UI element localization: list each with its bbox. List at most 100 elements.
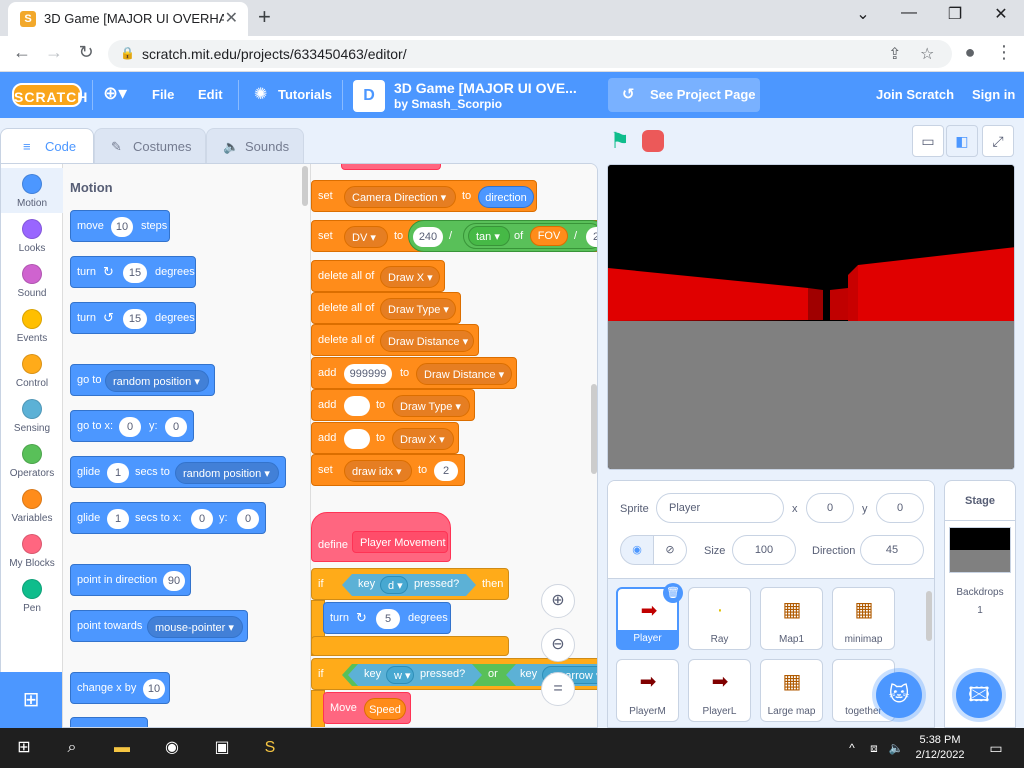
tab-costumes[interactable]: ✎ Costumes xyxy=(94,128,206,164)
forward-icon[interactable]: → xyxy=(42,42,66,63)
category-control[interactable]: Control xyxy=(1,348,63,393)
sprite-thumb[interactable]: ▦ minimap xyxy=(832,587,895,650)
language-globe-icon[interactable]: ⊕▾ xyxy=(103,83,127,104)
share-icon[interactable]: ⇪ xyxy=(888,44,901,64)
block-point-in-direction[interactable]: point in direction 90 xyxy=(70,564,191,596)
bookmark-star-icon[interactable]: ☆ xyxy=(920,44,934,64)
hide-sprite-icon[interactable]: ⊘ xyxy=(653,535,687,565)
block-input[interactable]: 0 xyxy=(237,509,259,529)
block-turn-5[interactable]: turn ↻ 5 degrees xyxy=(323,602,451,634)
block-dropdown[interactable]: random position ▾ xyxy=(105,370,209,392)
block-dropdown[interactable]: Camera Direction ▾ xyxy=(344,186,456,208)
block-if-key-d[interactable]: if key d ▾ pressed? then xyxy=(311,568,509,600)
category-variables[interactable]: Variables xyxy=(1,483,63,528)
category-pen[interactable]: Pen xyxy=(1,573,63,618)
zoom-in-icon[interactable]: ⊕ xyxy=(541,584,575,618)
sprite-name-input[interactable]: Player xyxy=(656,493,784,523)
block-dropdown[interactable]: mouse-pointer ▾ xyxy=(147,616,243,638)
normal-stage-icon[interactable]: ◧ xyxy=(946,125,978,157)
category-operators[interactable]: Operators xyxy=(1,438,63,483)
block-dropdown[interactable]: w ▾ xyxy=(386,666,414,684)
restore-icon[interactable]: ❐ xyxy=(932,4,978,24)
choose-sprite-icon[interactable]: 🐱 xyxy=(876,672,922,718)
block-delete-all-draw-type[interactable]: delete all of Draw Type ▾ xyxy=(311,292,461,324)
sprite-thumb[interactable]: ➡ Player 🗑 xyxy=(616,583,683,650)
sprite-list-scrollbar[interactable] xyxy=(926,591,932,641)
block-input[interactable]: 90 xyxy=(163,571,185,591)
block-dropdown[interactable]: tan ▾ xyxy=(468,226,510,246)
see-project-page-button[interactable]: ↺ See Project Page xyxy=(608,78,760,112)
direction-input[interactable]: 45 xyxy=(860,535,924,565)
block-dropdown[interactable]: Draw Distance ▾ xyxy=(380,330,474,352)
block-set-camera-direction[interactable]: set Camera Direction ▾ to direction xyxy=(311,180,537,212)
sprite-thumb[interactable]: ▦ Map1 xyxy=(760,587,823,650)
y-input[interactable]: 0 xyxy=(876,493,924,523)
category-sensing[interactable]: Sensing xyxy=(1,393,63,438)
sign-in-link[interactable]: Sign in xyxy=(972,87,1015,102)
block-add-to-draw-distance[interactable]: add 999999 to Draw Distance ▾ xyxy=(311,357,517,389)
palette-scrollbar[interactable] xyxy=(302,166,308,206)
block-input[interactable]: 1 xyxy=(107,463,129,483)
block-move-steps[interactable]: move 10 steps xyxy=(70,210,170,242)
block-delete-all-draw-distance[interactable]: delete all of Draw Distance ▾ xyxy=(311,324,479,356)
block-go-to[interactable]: go to random position ▾ xyxy=(70,364,215,396)
block-glide-xy[interactable]: glide 1 secs to x: 0 y: 0 xyxy=(70,502,266,534)
block-input[interactable]: 999999 xyxy=(344,364,392,384)
menu-file[interactable]: File xyxy=(152,87,174,102)
block-input[interactable] xyxy=(344,429,370,449)
sprite-thumb[interactable]: ➡ PlayerM xyxy=(616,659,679,722)
speed-reporter[interactable]: Speed xyxy=(364,698,406,720)
scratch-app-icon[interactable]: ▣ xyxy=(210,736,234,760)
clock[interactable]: 5:38 PM 2/12/2022 xyxy=(904,733,976,763)
new-tab-icon[interactable]: + xyxy=(258,4,271,30)
x-input[interactable]: 0 xyxy=(806,493,854,523)
block-dropdown[interactable]: Draw X ▾ xyxy=(392,428,454,450)
browser-tab[interactable]: S 3D Game [MAJOR UI OVERHAUL ✕ xyxy=(8,2,248,36)
chrome-icon[interactable]: ◉ xyxy=(160,736,184,760)
key-pressed-sensor[interactable]: key d ▾ pressed? xyxy=(342,574,476,596)
block-dropdown[interactable]: d ▾ xyxy=(380,576,408,594)
size-input[interactable]: 100 xyxy=(732,535,796,565)
block-delete-all-draw-x[interactable]: delete all of Draw X ▾ xyxy=(311,260,445,292)
window-close-icon[interactable]: ✕ xyxy=(978,4,1024,24)
block-input[interactable]: 15 xyxy=(123,263,147,283)
green-flag-icon[interactable]: ⚑ xyxy=(610,128,630,154)
sprite-thumb[interactable]: ▦ Large map xyxy=(760,659,823,722)
script-area[interactable]: set Camera Direction ▾ to direction set … xyxy=(311,164,597,727)
sprite-thumb[interactable]: · Ray xyxy=(688,587,751,650)
menu-tutorials[interactable]: Tutorials xyxy=(278,87,332,102)
block-turn-left[interactable]: turn ↺ 15 degrees xyxy=(70,302,196,334)
network-icon[interactable]: ⧈ xyxy=(862,736,886,760)
block-input[interactable] xyxy=(344,396,370,416)
notifications-icon[interactable]: ▭ xyxy=(984,736,1008,760)
block-add-to-draw-type[interactable]: add to Draw Type ▾ xyxy=(311,389,475,421)
small-stage-icon[interactable]: ▭ xyxy=(912,125,944,157)
block-set-draw-idx[interactable]: set draw idx ▾ to 2 xyxy=(311,454,465,486)
stop-icon[interactable] xyxy=(642,130,664,152)
block-dropdown[interactable]: DV ▾ xyxy=(344,226,388,248)
block-dropdown[interactable]: Draw X ▾ xyxy=(380,266,440,288)
block-input[interactable]: 10 xyxy=(143,679,165,699)
block-move-speed[interactable]: Move Speed xyxy=(323,692,411,724)
block-define-player-movement[interactable]: define Player Movement xyxy=(311,512,451,562)
tab-sounds[interactable]: 🔈 Sounds xyxy=(206,128,304,164)
windows-start-icon[interactable]: ⊞ xyxy=(12,736,36,760)
block-dropdown[interactable]: random position ▾ xyxy=(175,462,279,484)
script-scrollbar[interactable] xyxy=(591,384,597,474)
category-events[interactable]: Events xyxy=(1,303,63,348)
search-icon[interactable]: ⌕ xyxy=(60,736,84,760)
block-dropdown[interactable]: Draw Distance ▾ xyxy=(416,363,512,385)
block-go-to-xy[interactable]: go to x: 0 y: 0 xyxy=(70,410,194,442)
block-input[interactable]: 10 xyxy=(111,217,133,237)
back-icon[interactable]: ← xyxy=(10,42,34,63)
chevron-down-icon[interactable]: ⌄ xyxy=(840,4,886,24)
scratch-favicon-taskbar-icon[interactable]: S xyxy=(258,736,282,760)
chevron-up-icon[interactable]: ^ xyxy=(840,736,864,760)
join-scratch-link[interactable]: Join Scratch xyxy=(876,87,954,102)
block-fragment[interactable] xyxy=(341,164,441,170)
block-change-x[interactable]: change x by 10 xyxy=(70,672,170,704)
tan-operator[interactable]: tan ▾ of FOV / 2 xyxy=(463,223,597,249)
block-input[interactable]: 0 xyxy=(165,417,187,437)
tab-code[interactable]: ≡ Code xyxy=(0,128,94,164)
block-point-towards[interactable]: point towards mouse-pointer ▾ xyxy=(70,610,248,642)
